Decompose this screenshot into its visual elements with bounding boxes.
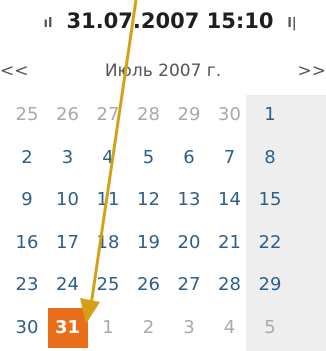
day-cell[interactable]: 20 (169, 223, 209, 263)
other-month-day-cell[interactable]: 5 (250, 308, 290, 348)
day-cell[interactable]: 28 (210, 265, 250, 305)
left-marker-icon: ıl (43, 16, 53, 31)
other-month-day-cell[interactable]: 27 (88, 95, 128, 135)
week-row: 25 26 27 28 29 30 1 (0, 95, 326, 135)
week-row: 9 10 11 12 13 14 15 (0, 180, 326, 220)
day-cell[interactable]: 4 (88, 138, 128, 178)
day-cell[interactable]: 7 (210, 138, 250, 178)
day-cell[interactable]: 18 (88, 223, 128, 263)
day-cell[interactable]: 16 (7, 223, 47, 263)
day-cell[interactable]: 5 (129, 138, 169, 178)
month-title: Июль 2007 г. (104, 61, 222, 81)
other-month-day-cell[interactable]: 2 (129, 308, 169, 348)
week-row: 16 17 18 19 20 21 22 (0, 223, 326, 263)
day-cell[interactable]: 6 (169, 138, 209, 178)
day-cell[interactable]: 27 (169, 265, 209, 305)
day-cell[interactable]: 26 (129, 265, 169, 305)
day-cell[interactable]: 12 (129, 180, 169, 220)
other-month-day-cell[interactable]: 26 (48, 95, 88, 135)
datetime-display: 31.07.2007 15:10 (66, 9, 274, 33)
week-row: 2345678 (0, 138, 326, 178)
day-cell[interactable]: 14 (210, 180, 250, 220)
other-month-day-cell[interactable]: 25 (7, 95, 47, 135)
day-cell[interactable]: 13 (169, 180, 209, 220)
other-month-day-cell[interactable]: 28 (129, 95, 169, 135)
day-cell[interactable]: 15 (250, 180, 290, 220)
week-row: 23 24 25 26 27 28 29 (0, 265, 326, 305)
next-month-button[interactable]: >> (282, 53, 326, 89)
month-navigation: << Июль 2007 г. >> (0, 53, 326, 89)
calendar-widget: ıl 31.07.2007 15:10 l| << Июль 2007 г. >… (0, 0, 326, 351)
day-cell[interactable]: 21 (210, 223, 250, 263)
day-cell[interactable]: 30 (7, 308, 47, 348)
day-cell[interactable]: 19 (129, 223, 169, 263)
day-cell[interactable]: 8 (250, 138, 290, 178)
other-month-day-cell[interactable]: 1 (88, 308, 128, 348)
other-month-day-cell[interactable]: 29 (169, 95, 209, 135)
day-cell[interactable]: 31 (47, 307, 88, 348)
right-marker-icon: l| (287, 16, 297, 31)
datetime-header: ıl 31.07.2007 15:10 l| (0, 0, 326, 45)
other-month-day-cell[interactable]: 30 (210, 95, 250, 135)
day-cell[interactable]: 1 (250, 95, 290, 135)
other-month-day-cell[interactable]: 4 (210, 308, 250, 348)
day-cell[interactable]: 3 (48, 138, 88, 178)
day-cell[interactable]: 24 (48, 265, 88, 305)
day-grid: 25 26 27 28 29 30 1 2 3 4 5 6 7 8 9 10 11 12 13 14 15 16 17 18 1… (0, 95, 326, 351)
day-cell[interactable]: 29 (250, 265, 290, 305)
day-cell[interactable]: 25 (88, 265, 128, 305)
day-cell[interactable]: 23 (7, 265, 47, 305)
day-cell[interactable]: 17 (48, 223, 88, 263)
other-month-day-cell[interactable]: 3 (169, 308, 209, 348)
week-row: 30 31 1 2 3 4 5 (0, 307, 326, 348)
day-cell[interactable]: 11 (88, 180, 128, 220)
day-cell[interactable]: 9 (7, 180, 47, 220)
day-cell[interactable]: 10 (48, 180, 88, 220)
day-cell[interactable]: 22 (250, 223, 290, 263)
prev-month-button[interactable]: << (0, 53, 44, 89)
day-cell[interactable]: 2 (7, 138, 47, 178)
